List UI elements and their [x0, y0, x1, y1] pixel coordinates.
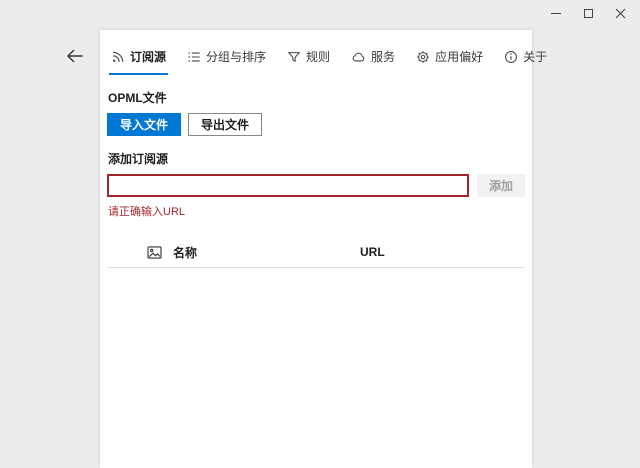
tab-groups-sorting[interactable]: 分组与排序: [183, 40, 270, 75]
tab-label: 规则: [306, 48, 330, 65]
back-button[interactable]: [64, 47, 84, 65]
export-file-button[interactable]: 导出文件: [188, 113, 262, 136]
tab-label: 服务: [371, 48, 395, 65]
add-feed-section-label: 添加订阅源: [108, 150, 525, 167]
name-column-header[interactable]: 名称: [173, 244, 360, 261]
maximize-icon: [584, 9, 593, 18]
close-button[interactable]: [604, 0, 636, 26]
url-error-message: 请正确输入URL: [108, 203, 525, 219]
settings-tab-bar: 订阅源 分组与排序 规则: [107, 40, 525, 75]
minimize-icon: [551, 13, 561, 14]
tab-about[interactable]: 关于: [500, 40, 551, 75]
minimize-button[interactable]: [540, 0, 572, 26]
tab-label: 应用偏好: [435, 48, 483, 65]
add-feed-row: 添加: [107, 174, 525, 197]
left-arrow-icon: [66, 49, 83, 63]
cloud-icon: [351, 50, 366, 64]
table-header-divider: [107, 267, 525, 268]
settings-panel: 订阅源 分组与排序 规则: [100, 30, 532, 468]
window-controls: [540, 0, 636, 26]
tab-label: 分组与排序: [206, 48, 266, 65]
tab-label: 关于: [523, 48, 547, 65]
maximize-button[interactable]: [572, 0, 604, 26]
image-icon: [147, 246, 163, 259]
tab-services[interactable]: 服务: [347, 40, 399, 75]
close-icon: [615, 8, 626, 19]
list-icon: [187, 50, 201, 64]
opml-buttons: 导入文件 导出文件: [107, 113, 525, 136]
feed-url-input[interactable]: [107, 174, 469, 197]
feed-table-header: 名称 URL: [107, 242, 525, 262]
tab-rules[interactable]: 规则: [283, 40, 334, 75]
tab-feeds[interactable]: 订阅源: [107, 40, 170, 75]
tab-preferences[interactable]: 应用偏好: [412, 40, 487, 75]
tab-label: 订阅源: [130, 48, 166, 65]
opml-section-label: OPML文件: [108, 89, 525, 106]
import-file-button[interactable]: 导入文件: [107, 113, 181, 136]
url-column-header[interactable]: URL: [360, 245, 525, 259]
add-feed-button[interactable]: 添加: [477, 174, 525, 197]
info-icon: [504, 50, 518, 64]
gear-icon: [416, 50, 430, 64]
rss-icon: [111, 50, 125, 64]
filter-icon: [287, 50, 301, 64]
